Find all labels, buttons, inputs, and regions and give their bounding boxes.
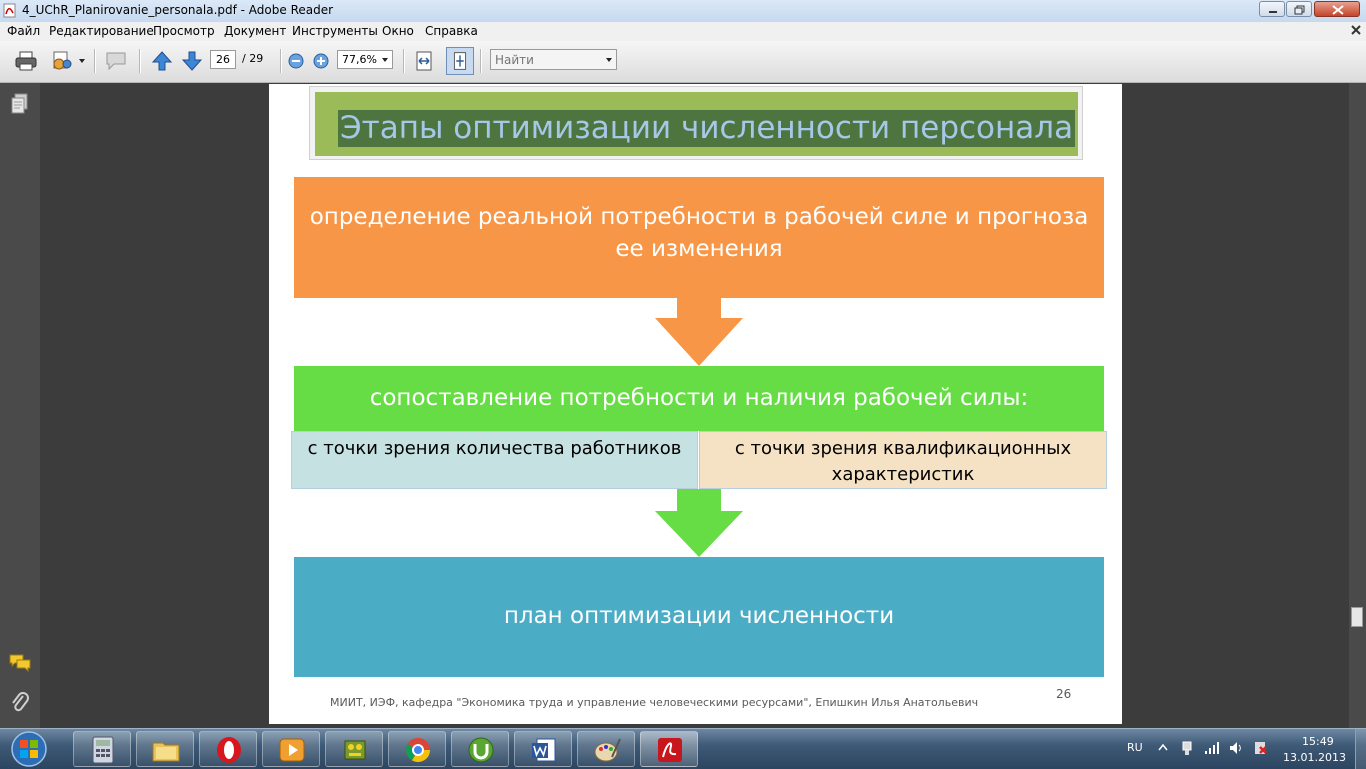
close-icon [1332, 5, 1344, 15]
title-bar: 4_UChR_Planirovanie_personala.pdf - Adob… [0, 0, 1366, 23]
puzzle-icon [344, 740, 366, 760]
taskbar-opera[interactable] [199, 731, 257, 767]
zoom-in-icon[interactable] [309, 49, 333, 73]
minimize-icon [1269, 11, 1277, 13]
taskbar-utorrent[interactable] [451, 731, 509, 767]
menu-file[interactable]: Файл [7, 24, 40, 38]
stage-comparison-box: сопоставление потребности и наличия рабо… [294, 366, 1104, 431]
vertical-scrollbar[interactable] [1349, 83, 1366, 728]
page-total: / 29 [242, 52, 264, 65]
toolbar-separator [94, 49, 96, 73]
taskbar-media-player[interactable] [262, 731, 320, 767]
window-title: 4_UChR_Planirovanie_personala.pdf - Adob… [22, 3, 334, 17]
down-arrow-icon [655, 298, 743, 366]
toolbar [0, 41, 1366, 83]
zoom-out-icon[interactable] [284, 49, 308, 73]
minimize-button[interactable] [1259, 1, 1285, 17]
opera-icon [217, 737, 241, 763]
start-button[interactable] [3, 730, 55, 768]
slide-title-frame: Этапы оптимизации численности персонала [309, 86, 1083, 160]
restore-button[interactable] [1286, 1, 1312, 17]
action-center-icon[interactable] [1252, 740, 1268, 756]
toolbar-separator [403, 49, 405, 73]
clock-time[interactable]: 15:49 [1302, 735, 1334, 748]
pages-panel-icon[interactable] [10, 93, 30, 115]
slide-footer: МИИТ, ИЭФ, кафедра "Экономика труда и уп… [330, 696, 979, 709]
close-button[interactable] [1314, 1, 1360, 17]
utorrent-icon [468, 737, 494, 763]
adobe-reader-icon [658, 738, 682, 762]
fit-page-icon[interactable] [446, 47, 474, 75]
print-icon[interactable] [14, 49, 38, 73]
stage-plan-box: план оптимизации численности [294, 557, 1104, 677]
taskbar: RU 15:49 13.01.2013 [0, 728, 1366, 769]
slide-title-box: Этапы оптимизации численности персонала [315, 92, 1078, 156]
toolbar-separator [139, 49, 141, 73]
menu-help[interactable]: Справка [425, 24, 478, 38]
scrollbar-thumb[interactable] [1351, 607, 1363, 627]
document-page: Этапы оптимизации численности персонала … [269, 84, 1122, 724]
page-number-input[interactable] [210, 50, 236, 69]
chevron-down-icon[interactable] [606, 58, 612, 62]
comparison-quantity-box: с точки зрения количества работников [291, 431, 698, 489]
taskbar-puzzle-app[interactable] [325, 731, 383, 767]
down-arrow-icon [655, 489, 743, 557]
toolbar-separator [480, 49, 482, 73]
slide-title: Этапы оптимизации численности персонала [338, 110, 1076, 147]
usb-device-icon[interactable] [1180, 740, 1194, 756]
show-hidden-icons-icon[interactable] [1158, 743, 1168, 751]
menu-bar: Файл Редактирование Просмотр Документ Ин… [0, 22, 1366, 41]
network-signal-icon[interactable] [1204, 741, 1220, 755]
chrome-icon [405, 738, 430, 763]
taskbar-explorer[interactable] [136, 731, 194, 767]
pdf-file-icon [3, 3, 16, 18]
find-field[interactable] [490, 49, 617, 70]
word-icon [532, 738, 556, 762]
media-player-icon [279, 738, 305, 762]
menu-view[interactable]: Просмотр [153, 24, 215, 38]
slide-page-number: 26 [1056, 687, 1072, 701]
find-input[interactable] [491, 50, 601, 69]
chevron-down-icon [382, 58, 388, 62]
stage-demand-box: определение реальной потребности в рабоч… [294, 177, 1104, 298]
menu-tools[interactable]: Инструменты [292, 24, 378, 38]
close-document-icon[interactable] [1350, 24, 1362, 36]
fit-width-icon[interactable] [412, 49, 436, 73]
toolbar-separator [280, 49, 282, 73]
taskbar-adobe-reader[interactable] [640, 731, 698, 767]
comments-panel-icon[interactable] [8, 653, 32, 673]
next-page-icon[interactable] [180, 49, 204, 73]
menu-edit[interactable]: Редактирование [49, 24, 154, 38]
paint-icon [594, 738, 621, 762]
previous-page-icon[interactable] [150, 49, 174, 73]
language-indicator[interactable]: RU [1127, 741, 1143, 754]
restore-icon [1294, 5, 1305, 15]
taskbar-word[interactable] [514, 731, 572, 767]
taskbar-calculator[interactable] [73, 731, 131, 767]
folder-icon [152, 742, 180, 762]
comparison-qualification-box: с точки зрения квалификационных характер… [699, 431, 1107, 489]
menu-document[interactable]: Документ [224, 24, 286, 38]
calculator-icon [92, 736, 114, 764]
share-icon[interactable] [50, 49, 74, 73]
share-dropdown-icon[interactable] [79, 59, 85, 63]
menu-window[interactable]: Окно [382, 24, 414, 38]
taskbar-chrome[interactable] [388, 731, 446, 767]
taskbar-paint[interactable] [577, 731, 635, 767]
comment-icon[interactable] [104, 49, 128, 73]
zoom-select[interactable]: 77,6% [337, 50, 393, 69]
show-desktop-button[interactable] [1355, 729, 1366, 769]
clock-date[interactable]: 13.01.2013 [1283, 751, 1346, 764]
volume-icon[interactable] [1228, 740, 1244, 756]
zoom-value: 77,6% [342, 53, 377, 66]
navigation-pane [0, 83, 40, 728]
attachments-panel-icon[interactable] [10, 691, 30, 715]
